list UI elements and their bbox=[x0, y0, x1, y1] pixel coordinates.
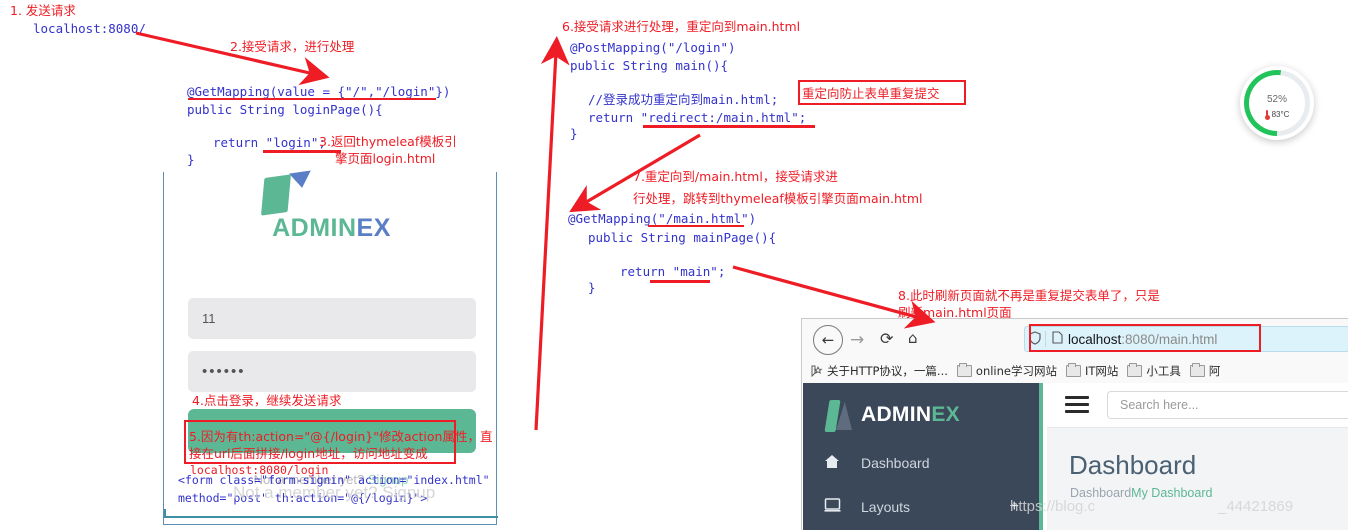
page-title: Dashboard bbox=[1069, 450, 1197, 480]
monitor-icon bbox=[803, 498, 861, 516]
annotation-step-6: 6.接受请求进行处理，重定向到main.html bbox=[562, 19, 801, 34]
logo-text-admin: ADMIN bbox=[272, 214, 357, 242]
code-post-signature: public String main(){ bbox=[570, 58, 729, 73]
dashboard-logo[interactable]: ADMINEX bbox=[824, 395, 1027, 435]
bookmark-item-1[interactable]: online学习网站 bbox=[956, 363, 1057, 379]
logo-parallelogram-icon bbox=[261, 174, 291, 216]
logo-triangle-icon bbox=[288, 170, 314, 190]
forward-button[interactable]: → bbox=[850, 330, 864, 350]
code-login-signature: public String loginPage(){ bbox=[187, 102, 383, 117]
annotation-step-6-box-text: 重定向防止表单重复提交 bbox=[802, 86, 940, 101]
folder-icon bbox=[1065, 363, 1081, 377]
gauge-inner: 52% 83°C bbox=[1249, 75, 1305, 131]
code-login-close: } bbox=[187, 152, 195, 167]
annotation-step-5b: 接在url后面拼接/login地址，访问地址变成 bbox=[189, 446, 428, 461]
folder-icon bbox=[1127, 363, 1143, 377]
thermometer-icon bbox=[1264, 109, 1270, 120]
annotation-step-8a: 8.此时刷新页面就不再是重复提交表单了，只是 bbox=[898, 288, 1160, 303]
sidebar-item-dashboard-label: Dashboard bbox=[861, 455, 930, 471]
hamburger-menu-icon[interactable] bbox=[1065, 396, 1089, 414]
dashboard-logo-admin: ADMIN bbox=[861, 403, 932, 426]
code-post-close: } bbox=[570, 126, 578, 141]
username-input[interactable] bbox=[188, 298, 476, 339]
bookmark-item-3[interactable]: 小工具 bbox=[1127, 363, 1181, 379]
dashboard-content: Search here... Dashboard DashboardMy Das… bbox=[1047, 383, 1348, 530]
dashboard-logo-text: ADMINEX bbox=[861, 403, 960, 427]
code-post-comment: //登录成功重定向到main.html; bbox=[588, 92, 779, 107]
bookmarks-bar: 关于HTTP协议，一篇... online学习网站 IT网站 小工具 阿 bbox=[802, 359, 1348, 383]
arrow-5-to-6 bbox=[534, 36, 570, 431]
underline-main-mapping bbox=[648, 225, 744, 227]
bookmark-item-2[interactable]: IT网站 bbox=[1065, 363, 1119, 379]
annotation-step-1: 1. 发送请求 bbox=[10, 3, 76, 18]
dashboard-sidebar: ADMINEX Dashboard Layouts + bbox=[803, 383, 1043, 530]
annotation-step-3b: 擎页面login.html bbox=[335, 151, 436, 166]
folder-icon bbox=[956, 363, 972, 377]
annotation-step-7b: 行处理，跳转到thymeleaf模板引擎页面main.html bbox=[633, 191, 923, 206]
sidebar-item-dashboard[interactable]: Dashboard bbox=[803, 445, 1043, 481]
logo-text-ex: EX bbox=[356, 214, 391, 242]
search-input[interactable]: Search here... bbox=[1107, 391, 1348, 419]
gauge-temperature: 83°C bbox=[1264, 109, 1290, 120]
bookmark-label-0: 关于HTTP协议，一篇... bbox=[827, 364, 948, 378]
dashboard-topbar: Search here... bbox=[1047, 383, 1348, 428]
gauge-percent: 52% bbox=[1267, 88, 1287, 108]
card-bottom-tick bbox=[164, 509, 166, 518]
dashboard-logo-ex: EX bbox=[931, 403, 960, 426]
annotation-step-7a: 7.重定向到/main.html，接受请求进 bbox=[633, 169, 838, 184]
step1-url-text: localhost:8080/ bbox=[33, 21, 146, 36]
breadcrumb-root[interactable]: Dashboard bbox=[1070, 486, 1131, 500]
sidebar-item-layouts[interactable]: Layouts + bbox=[803, 489, 1043, 525]
annotation-step-4: 4.点击登录，继续发送请求 bbox=[192, 393, 342, 408]
cpu-usage-gauge: 52% 83°C bbox=[1240, 66, 1314, 140]
annotation-step-5a: 5.因为有th:action="@{/login}"修改action属性，直 bbox=[189, 429, 493, 444]
sidebar-item-layouts-label: Layouts bbox=[861, 499, 911, 515]
dashboard-logo-mark-icon bbox=[824, 398, 853, 432]
breadcrumb-current: My Dashboard bbox=[1131, 486, 1213, 500]
code-main-return: return "main"; bbox=[620, 264, 726, 279]
password-input[interactable]: •••••• bbox=[188, 351, 476, 392]
home-icon-svg bbox=[825, 454, 839, 468]
home-button[interactable]: ⌂ bbox=[908, 329, 918, 347]
code-main-close: } bbox=[588, 280, 596, 295]
home-icon bbox=[803, 454, 861, 473]
bookmark-item-4[interactable]: 阿 bbox=[1189, 363, 1221, 379]
sidebar-item-layouts-expand[interactable]: + bbox=[1010, 498, 1019, 516]
diagram-canvas: 1. 发送请求 localhost:8080/ 2.接受请求，进行处理 @Get… bbox=[0, 0, 1348, 530]
bookmark-label-2: IT网站 bbox=[1084, 364, 1119, 378]
reload-button[interactable]: ⟳ bbox=[880, 329, 893, 348]
dashboard-page: ADMINEX Dashboard Layouts + Search here.… bbox=[802, 383, 1348, 530]
monitor-icon-svg bbox=[824, 498, 840, 512]
back-button[interactable]: ← bbox=[813, 325, 843, 355]
breadcrumb: DashboardMy Dashboard bbox=[1070, 486, 1212, 500]
underline-login-return bbox=[263, 150, 341, 153]
adminex-logo: ADMINEX bbox=[224, 170, 439, 248]
card-bottom-rule bbox=[164, 516, 498, 518]
code-form-line-2: method="post" th:action="@{/login}"> bbox=[178, 491, 428, 505]
underline-main-return bbox=[650, 280, 710, 283]
bookmark-label-4: 阿 bbox=[1208, 364, 1221, 378]
bookmark-label-3: 小工具 bbox=[1146, 364, 1181, 378]
gauge-percent-value: 52 bbox=[1266, 93, 1279, 105]
annotation-url-box bbox=[1029, 324, 1261, 352]
underline-post-return bbox=[643, 125, 815, 128]
annotation-step-2: 2.接受请求，进行处理 bbox=[230, 39, 355, 54]
annotation-step-3: 3.返回thymeleaf模板引 bbox=[319, 134, 457, 149]
code-form-line-1: <form class="form-signin" action="index.… bbox=[178, 473, 490, 487]
folder-icon bbox=[1189, 363, 1205, 377]
logo-text: ADMINEX bbox=[224, 214, 439, 243]
dashboard-body: Dashboard DashboardMy Dashboard bbox=[1047, 428, 1348, 530]
gauge-temperature-value: 83°C bbox=[1271, 109, 1290, 119]
code-main-signature: public String mainPage(){ bbox=[588, 230, 777, 245]
bookmark-label-1: online学习网站 bbox=[975, 364, 1057, 378]
code-post-mapping: @PostMapping("/login") bbox=[570, 40, 736, 55]
bookmark-star-icon bbox=[811, 365, 823, 377]
bookmark-item-0[interactable]: 关于HTTP协议，一篇... bbox=[810, 363, 948, 379]
gauge-percent-unit: % bbox=[1278, 93, 1288, 105]
arrow-7-to-8 bbox=[732, 265, 936, 329]
